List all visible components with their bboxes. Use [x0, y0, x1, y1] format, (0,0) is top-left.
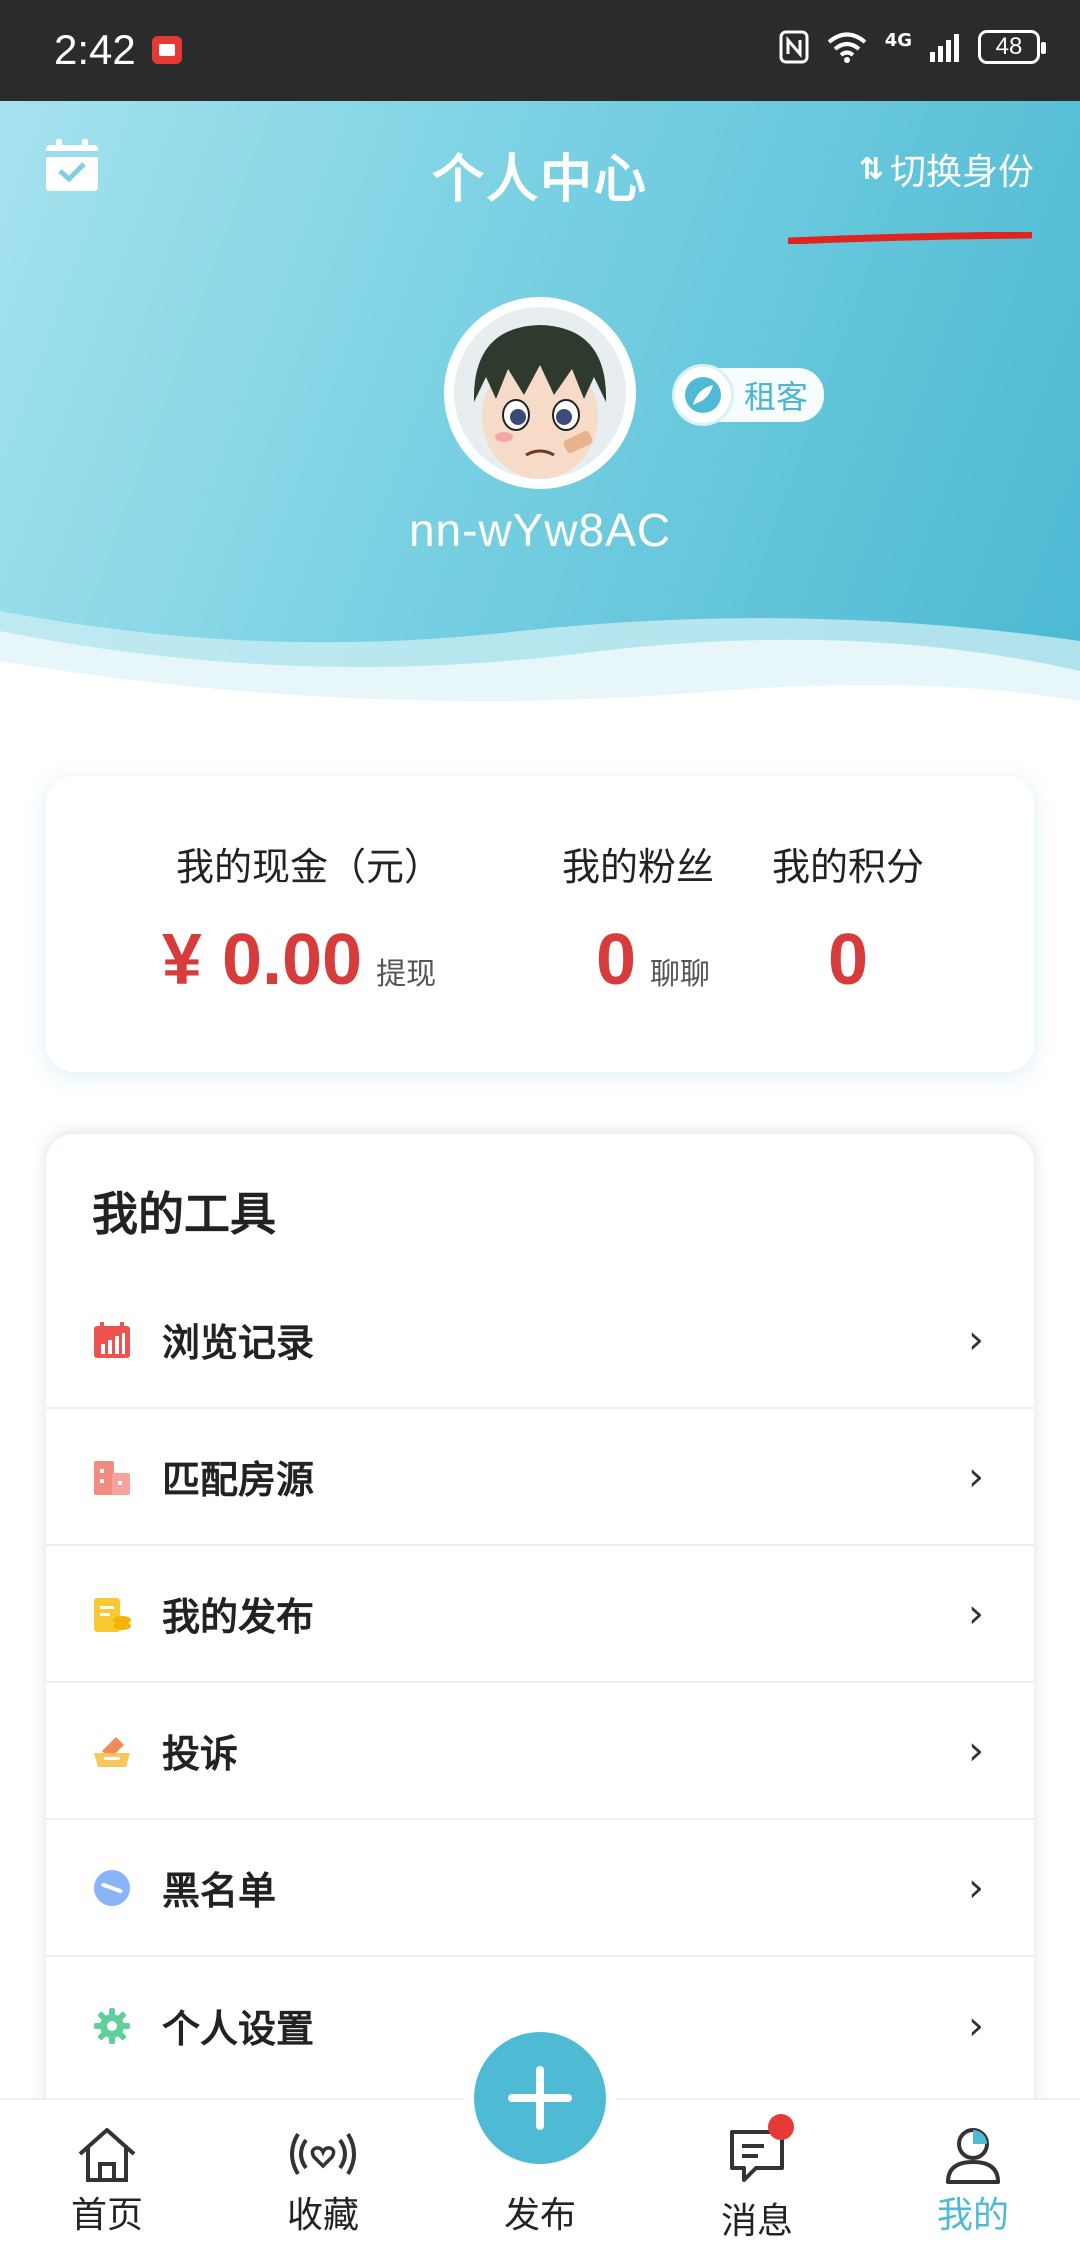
chevron-right-icon: › — [968, 1590, 984, 1637]
tool-label-blacklist: 黑名单 — [162, 1869, 277, 1913]
chat-link[interactable]: 聊聊 — [650, 949, 710, 993]
gear-icon — [94, 2007, 130, 2044]
home-icon — [78, 2128, 136, 2182]
tool-label-history: 浏览记录 — [162, 1321, 315, 1365]
nav-home[interactable]: 首页 — [32, 2100, 182, 2246]
nav-favorites-label: 收藏 — [286, 2195, 359, 2236]
status-time: 2:42 — [54, 26, 136, 73]
status-icons: 4G 48 — [779, 30, 1046, 64]
block-icon — [94, 1869, 130, 1906]
tool-item-history[interactable]: 浏览记录 › — [46, 1272, 1034, 1409]
tool-item-complaint[interactable]: 投诉 › — [46, 1683, 1034, 1820]
nav-publish-label: 发布 — [503, 2195, 576, 2236]
switch-arrows-icon: ⇅ — [858, 151, 884, 187]
switch-role-label: 切换身份 — [889, 152, 1034, 193]
role-badge: 租客 — [672, 364, 825, 426]
switch-role-button[interactable]: ⇅ 切换身份 — [859, 143, 1034, 195]
points-stat: 我的积分 0 — [772, 836, 924, 1001]
document-coins-icon — [94, 1597, 131, 1632]
nav-mine-label: 我的 — [936, 2195, 1009, 2236]
profile-header: 个人中心 ⇅ 切换身份 租客 nn-wYw8AC — [0, 101, 1080, 721]
broadcast-heart-icon — [290, 2132, 356, 2176]
nav-messages[interactable]: 消息 — [682, 2100, 832, 2246]
tool-item-match-listings[interactable]: 匹配房源 › — [46, 1409, 1034, 1546]
nav-messages-label: 消息 — [720, 2201, 793, 2242]
history-chart-icon — [94, 1321, 130, 1358]
stats-card: 我的现金（元） ¥ 0.00 提现 我的粉丝 0 聊聊 我的积分 0 — [46, 776, 1034, 1072]
cash-stat: 我的现金（元） ¥ 0.00 提现 — [162, 836, 443, 1001]
username: nn-wYw8AC — [408, 504, 672, 556]
tool-label-settings: 个人设置 — [162, 2007, 315, 2051]
nav-favorites[interactable]: 收藏 — [248, 2100, 398, 2246]
unread-badge — [768, 2114, 794, 2140]
tool-label-complaint: 投诉 — [162, 1732, 239, 1776]
tool-item-blacklist[interactable]: 黑名单 › — [46, 1820, 1034, 1957]
publish-button[interactable] — [464, 2022, 616, 2174]
chevron-right-icon: › — [968, 1727, 984, 1774]
complaint-tray-icon — [94, 1736, 130, 1767]
status-bar: 2:42 4G 48 — [0, 0, 1080, 101]
wifi-icon — [827, 32, 866, 63]
nav-home-label: 首页 — [70, 2195, 143, 2236]
tools-title: 我的工具 — [92, 1187, 276, 1241]
notification-icon — [152, 36, 182, 64]
avatar-image — [454, 307, 626, 479]
plus-icon — [508, 2066, 572, 2130]
battery-level: 48 — [995, 33, 1023, 60]
fans-stat: 我的粉丝 0 聊聊 — [562, 836, 714, 1001]
annotation-underline — [788, 232, 1032, 244]
avatar[interactable] — [444, 297, 636, 489]
nav-mine[interactable]: 我的 — [898, 2100, 1048, 2246]
chevron-right-icon: › — [968, 1453, 984, 1500]
user-icon — [946, 2128, 1000, 2184]
building-icon — [94, 1460, 130, 1495]
cash-value: ¥ 0.00 — [161, 920, 363, 1000]
cash-title: 我的现金（元） — [176, 845, 443, 889]
chevron-right-icon: › — [968, 1864, 984, 1911]
fans-value: 0 — [595, 920, 637, 1000]
chevron-right-icon: › — [968, 2002, 984, 2049]
points-value: 0 — [827, 920, 869, 1000]
tool-label-my-posts: 我的发布 — [162, 1595, 315, 1639]
network-type: 4G — [884, 30, 912, 51]
chevron-right-icon: › — [968, 1316, 984, 1363]
wave-decoration — [0, 611, 1080, 721]
points-title: 我的积分 — [772, 845, 925, 889]
tools-card: 我的工具 浏览记录 › 匹配房源 › 我的发布 › 投诉 › 黑名单 › 个人设… — [46, 1134, 1034, 2134]
signal-icon — [930, 34, 959, 62]
battery-icon: 48 — [978, 30, 1046, 64]
nfc-icon — [779, 30, 809, 64]
feather-icon — [672, 364, 734, 426]
fans-title: 我的粉丝 — [562, 845, 715, 889]
tool-label-match-listings: 匹配房源 — [162, 1458, 315, 1502]
tool-item-my-posts[interactable]: 我的发布 › — [46, 1546, 1034, 1683]
withdraw-link[interactable]: 提现 — [376, 949, 436, 993]
